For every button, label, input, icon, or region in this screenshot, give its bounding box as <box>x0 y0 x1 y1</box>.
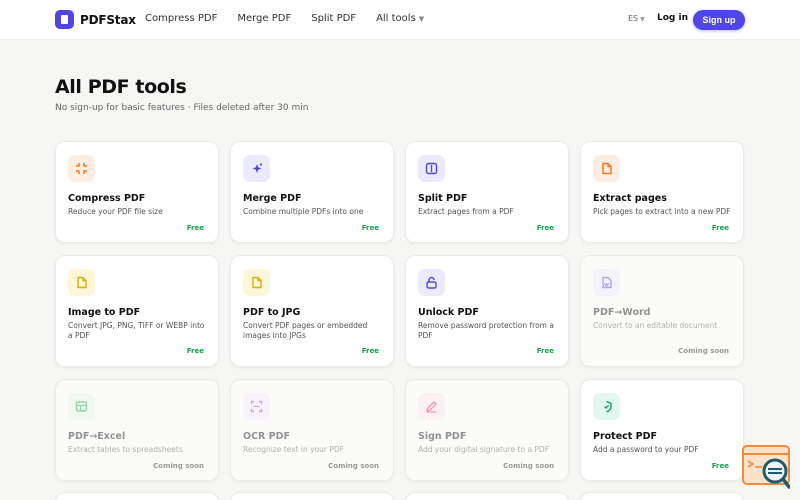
tool-card-title: Unlock PDF <box>418 307 479 318</box>
brand-logo[interactable]: PDFStax <box>55 10 136 29</box>
tool-card[interactable]: Unlock PDF Remove password protection fro… <box>405 255 569 367</box>
tool-card-description: Extract pages from a PDF <box>418 207 514 216</box>
tool-card-partial[interactable] <box>55 492 219 500</box>
tool-card-title: PDF→Excel <box>68 431 126 442</box>
tool-card[interactable]: Merge PDF Combine multiple PDFs into one F… <box>230 141 394 243</box>
logo-icon <box>55 10 74 29</box>
sparkle-icon <box>243 155 270 182</box>
coming-soon-badge: Coming soon <box>503 462 554 470</box>
free-badge: Free <box>186 347 204 355</box>
unlock-icon <box>418 269 445 296</box>
tool-card-description: Pick pages to extract into a new PDF <box>593 207 731 216</box>
tool-card-description: Convert JPG, PNG, TIFF or WEBP into a PD… <box>68 321 205 340</box>
file-icon <box>243 269 270 296</box>
tool-card[interactable]: PDF→Word Convert to an editable document C… <box>580 255 744 367</box>
free-badge: Free <box>361 224 379 232</box>
nav-all-tools-label: All tools <box>376 13 416 24</box>
language-label: ES <box>628 14 639 23</box>
tool-card-title: Split PDF <box>418 193 468 204</box>
shield-icon <box>593 393 620 420</box>
tool-card-description: Convert PDF pages or embedded images int… <box>243 321 368 340</box>
tool-card[interactable]: Image to PDF Convert JPG, PNG, TIFF or WE… <box>55 255 219 367</box>
chevron-down-icon: ▼ <box>418 15 425 23</box>
tool-card-description: Reduce your PDF file size <box>68 207 163 216</box>
table-icon <box>68 393 95 420</box>
tool-card-title: Protect PDF <box>593 431 657 442</box>
nav-split-pdf[interactable]: Split PDF <box>311 13 356 24</box>
tool-card[interactable]: PDF to JPG Convert PDF pages or embedded … <box>230 255 394 367</box>
tool-card-title: PDF→Word <box>593 307 651 318</box>
main-nav: Compress PDF Merge PDF Split PDF All too… <box>145 13 424 24</box>
search-help-widget-icon[interactable] <box>742 445 790 489</box>
top-navbar: PDFStax Compress PDF Merge PDF Split PDF… <box>0 0 800 40</box>
tool-card-description: Recognize text in your PDF <box>243 445 345 454</box>
split-icon <box>418 155 445 182</box>
language-selector[interactable]: ES ▼ <box>628 14 645 23</box>
tool-card-description: Extract tables to spreadsheets <box>68 445 183 454</box>
chevron-down-icon: ▼ <box>640 16 645 23</box>
free-badge: Free <box>711 224 729 232</box>
tool-card[interactable]: Protect PDF Add a password to your PDF Fre… <box>580 379 744 481</box>
tool-card-title: Image to PDF <box>68 307 141 318</box>
nav-merge-pdf[interactable]: Merge PDF <box>237 13 291 24</box>
tool-card-description: Remove password protection from a PDF <box>418 321 554 340</box>
tool-card-title: PDF to JPG <box>243 307 301 318</box>
tool-card-title: Sign PDF <box>418 431 467 442</box>
free-badge: Free <box>711 462 729 470</box>
free-badge: Free <box>536 224 554 232</box>
tool-card[interactable]: Extract pages Pick pages to extract into … <box>580 141 744 243</box>
nav-all-tools[interactable]: All tools ▼ <box>376 13 424 24</box>
tool-card[interactable]: Sign PDF Add your digital signature to a … <box>405 379 569 481</box>
file-icon <box>593 155 620 182</box>
page-title: All PDF tools <box>55 76 187 98</box>
tool-card-title: Compress PDF <box>68 193 146 204</box>
tool-card-title: Extract pages <box>593 193 667 204</box>
coming-soon-badge: Coming soon <box>328 462 379 470</box>
login-link[interactable]: Log in <box>657 13 688 23</box>
coming-soon-badge: Coming soon <box>153 462 204 470</box>
tool-card-partial[interactable] <box>405 492 569 500</box>
tool-card[interactable]: Compress PDF Reduce your PDF file size Fre… <box>55 141 219 243</box>
tool-card-title: OCR PDF <box>243 431 291 442</box>
free-badge: Free <box>361 347 379 355</box>
tool-card[interactable]: Split PDF Extract pages from a PDF Free <box>405 141 569 243</box>
word-icon <box>593 269 620 296</box>
signup-button[interactable]: Sign up <box>693 10 745 30</box>
page-subtitle: No sign-up for basic features · Files de… <box>55 103 309 113</box>
brand-name: PDFStax <box>80 12 136 27</box>
tool-card-description: Combine multiple PDFs into one <box>243 207 364 216</box>
pen-icon <box>418 393 445 420</box>
free-badge: Free <box>536 347 554 355</box>
tool-card-description: Convert to an editable document <box>593 321 718 330</box>
scan-icon <box>243 393 270 420</box>
tool-card-description: Add your digital signature to a PDF <box>418 445 550 454</box>
tool-card-partial[interactable] <box>580 492 744 500</box>
tool-card-description: Add a password to your PDF <box>593 445 699 454</box>
tool-card[interactable]: OCR PDF Recognize text in your PDF Coming … <box>230 379 394 481</box>
tool-card-title: Merge PDF <box>243 193 302 204</box>
compress-icon <box>68 155 95 182</box>
coming-soon-badge: Coming soon <box>678 347 729 355</box>
file-icon <box>68 269 95 296</box>
nav-compress-pdf[interactable]: Compress PDF <box>145 13 217 24</box>
free-badge: Free <box>186 224 204 232</box>
tool-card[interactable]: PDF→Excel Extract tables to spreadsheets C… <box>55 379 219 481</box>
tool-card-partial[interactable] <box>230 492 394 500</box>
